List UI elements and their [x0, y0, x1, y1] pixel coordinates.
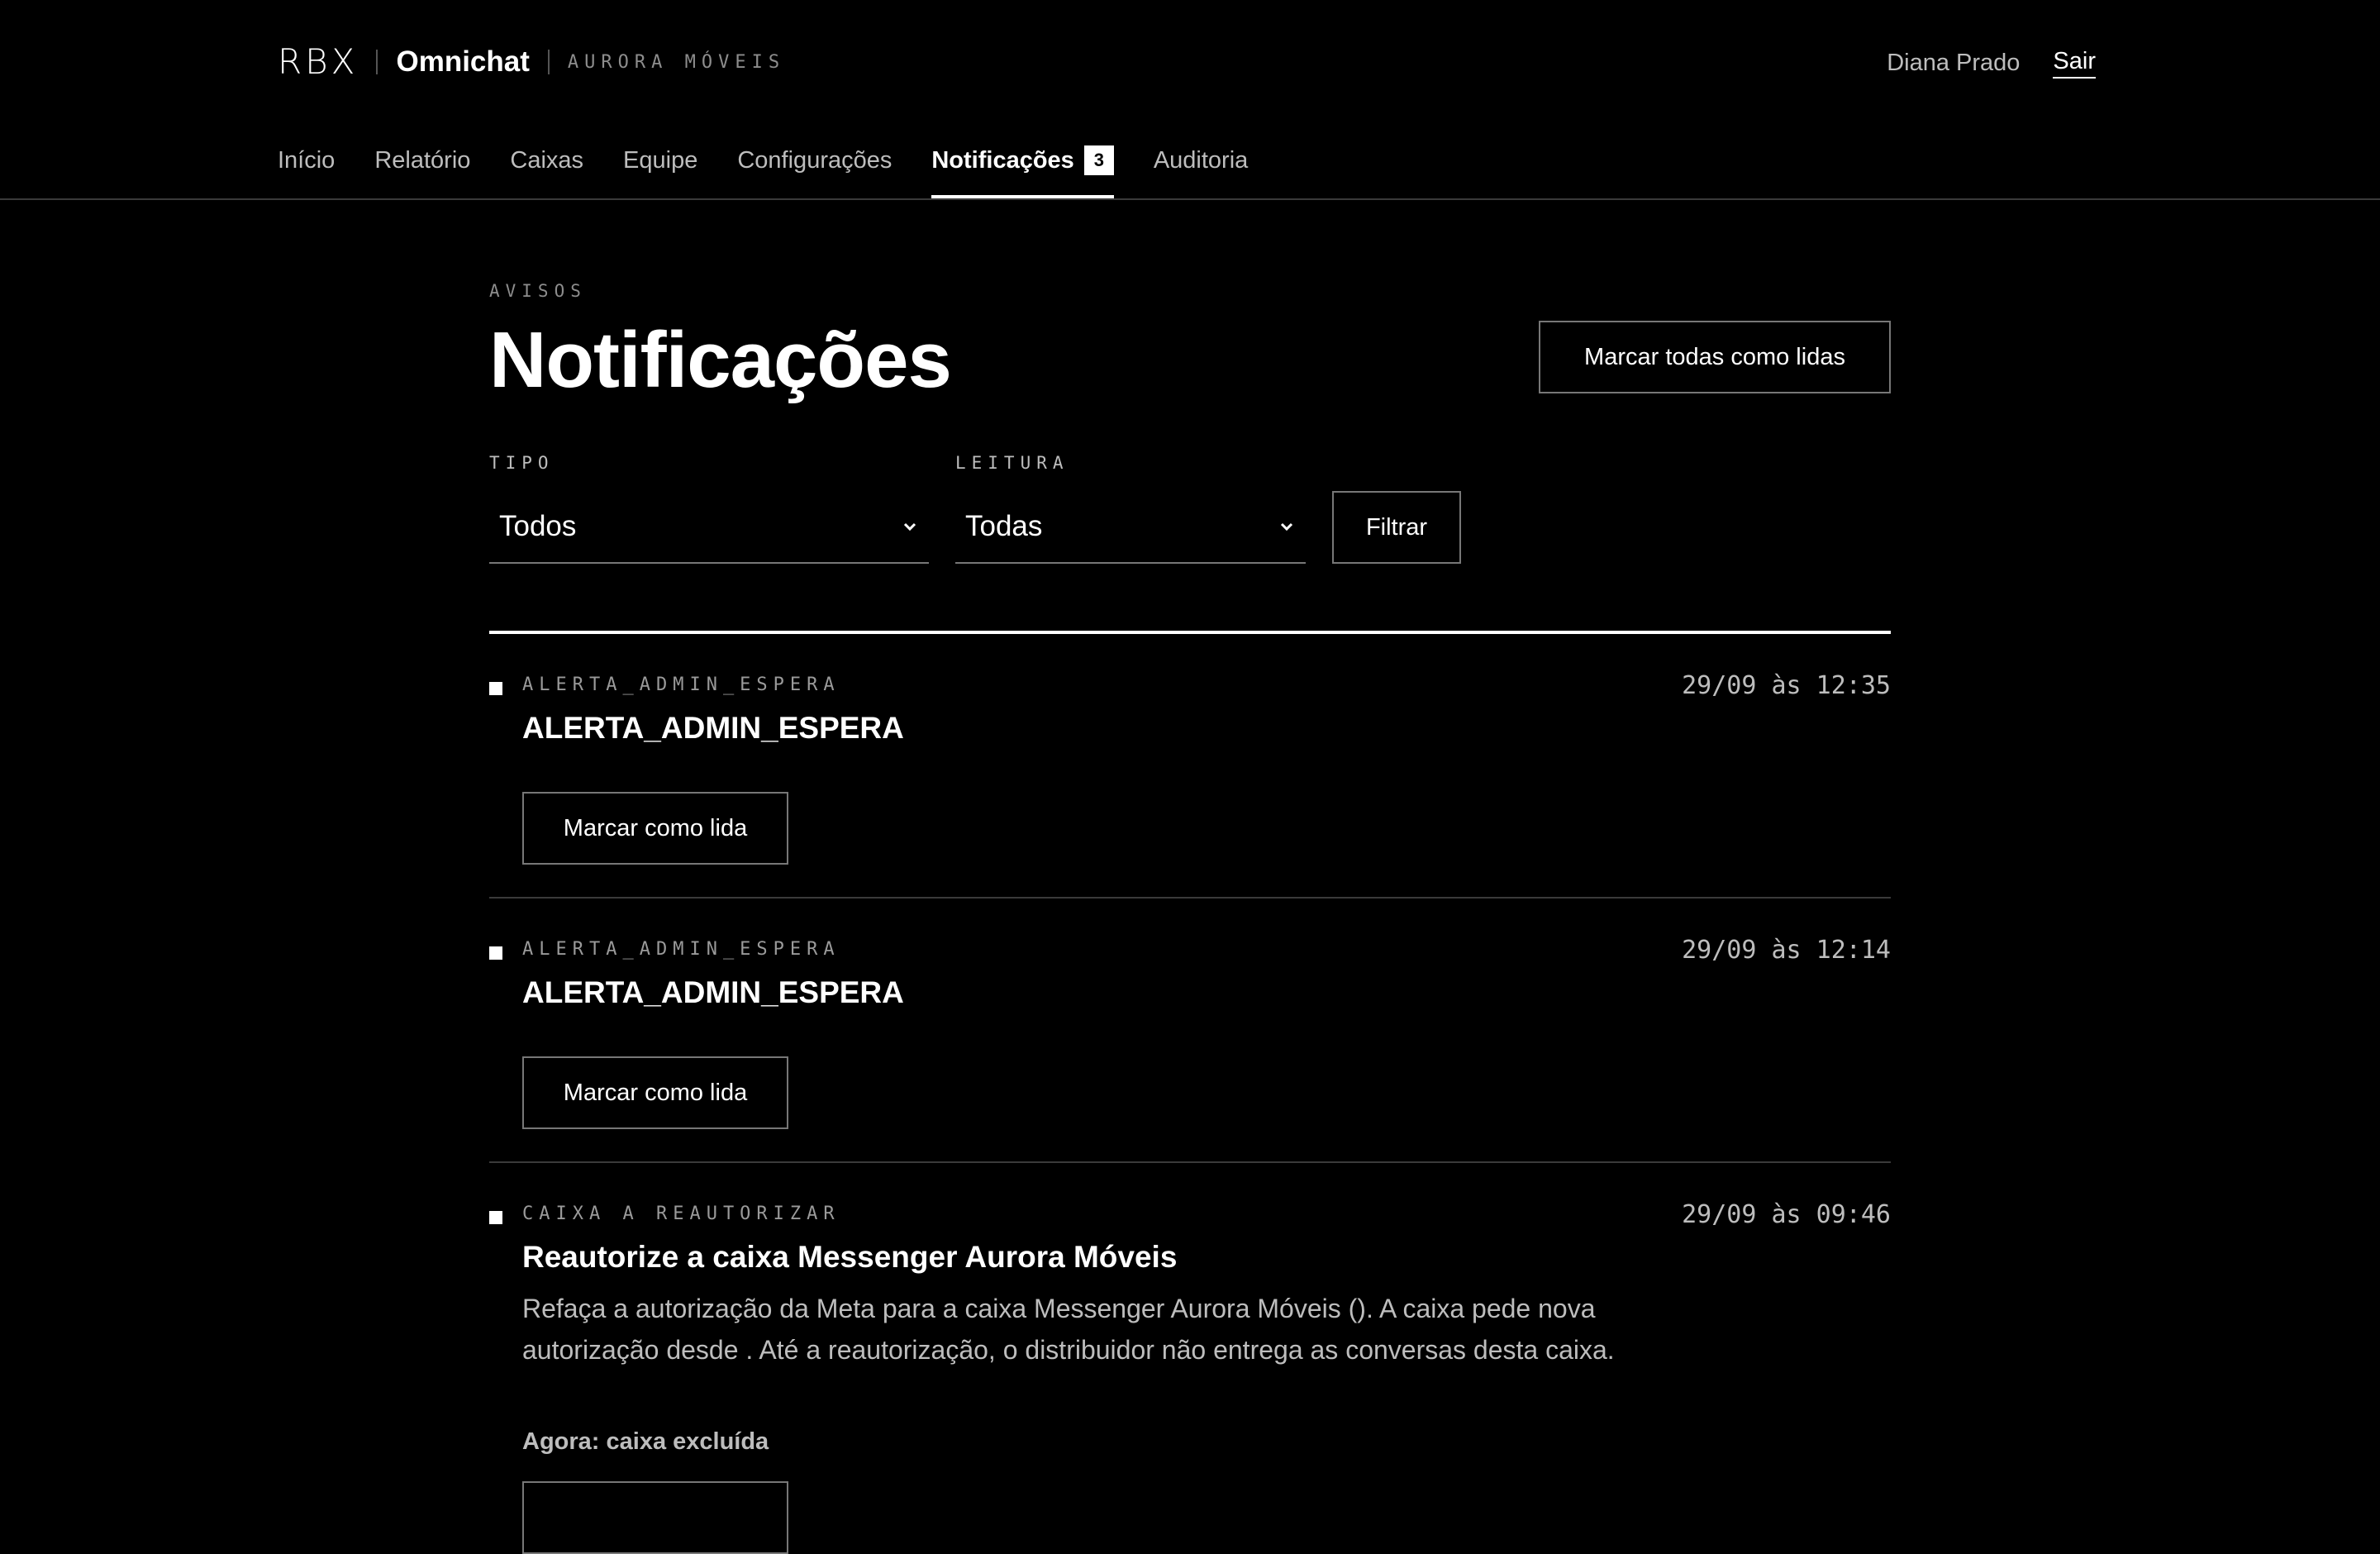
read-filter-label: LEITURA	[955, 453, 1069, 473]
top-bar: RBX Omnichat AURORA MÓVEIS Diana Prado S…	[0, 0, 2380, 124]
title-row: Notificações Marcar todas como lidas	[489, 319, 1891, 418]
brand-divider	[376, 50, 378, 74]
unread-indicator	[489, 682, 502, 695]
header-divider	[0, 198, 2380, 200]
row-divider	[489, 1161, 1891, 1163]
tab-relatorio[interactable]: Relatório	[374, 141, 470, 198]
filter-bar: TIPO Todos LEITURA Todas Filtrar	[489, 453, 1891, 602]
notification-type: ALERTA_ADMIN_ESPERA	[522, 675, 840, 695]
tab-caixas[interactable]: Caixas	[510, 141, 583, 198]
notification-status: Agora: caixa excluída	[522, 1428, 769, 1455]
user-name: Diana Prado	[1887, 50, 2021, 76]
unread-count-badge: 3	[1083, 145, 1114, 175]
tab-equipe[interactable]: Equipe	[623, 141, 697, 198]
notifications-page: AVISOS Notificações Marcar todas como li…	[489, 281, 1891, 602]
notification-type: CAIXA A REAUTORIZAR	[522, 1204, 840, 1224]
user-area: Diana Prado Sair	[1887, 48, 2096, 79]
notification-time: 29/09 às 09:46	[1682, 1200, 1891, 1229]
rbx-logo[interactable]: RBX	[278, 45, 358, 79]
type-filter-label: TIPO	[489, 453, 555, 473]
chevron-down-icon	[1280, 522, 1293, 532]
read-filter-select[interactable]: Todas	[955, 491, 1306, 564]
notification-type: ALERTA_ADMIN_ESPERA	[522, 939, 840, 960]
tab-notificacoes[interactable]: Notificações 3	[931, 141, 1114, 198]
filter-button[interactable]: Filtrar	[1332, 491, 1461, 564]
company-name: AURORA MÓVEIS	[567, 51, 786, 73]
chevron-down-icon	[903, 522, 916, 532]
brand: RBX Omnichat AURORA MÓVEIS	[278, 45, 785, 79]
tab-label: Início	[278, 147, 336, 174]
type-filter-select[interactable]: Todos	[489, 491, 929, 564]
unread-indicator	[489, 1211, 502, 1224]
tab-label: Configurações	[737, 147, 892, 174]
list-top-divider	[489, 631, 1891, 634]
notification-title: ALERTA_ADMIN_ESPERA	[522, 975, 904, 1009]
tab-label: Relatório	[374, 147, 471, 174]
mark-read-button[interactable]: Marcar como lida	[522, 792, 788, 865]
brand-divider	[547, 50, 550, 74]
notification-time: 29/09 às 12:14	[1682, 936, 1891, 965]
mark-read-button[interactable]: Marcar como lida	[522, 1056, 788, 1129]
mark-read-button[interactable]	[522, 1481, 788, 1554]
tab-label: Notificações	[931, 147, 1074, 174]
read-filter-value: Todas	[965, 510, 1043, 542]
type-filter-value: Todos	[499, 510, 577, 542]
tab-label: Equipe	[623, 147, 698, 174]
logout-link[interactable]: Sair	[2053, 48, 2096, 79]
tab-auditoria[interactable]: Auditoria	[1154, 141, 1248, 198]
notification-time: 29/09 às 12:35	[1682, 671, 1891, 700]
page-eyebrow: AVISOS	[489, 281, 587, 301]
main-nav: Início Relatório Caixas Equipe Configura…	[278, 141, 1248, 198]
tab-inicio[interactable]: Início	[278, 141, 335, 198]
notification-body: Refaça a autorização da Meta para a caix…	[522, 1294, 1615, 1365]
product-name: Omnichat	[396, 45, 530, 78]
tab-label: Auditoria	[1153, 147, 1249, 174]
row-divider	[489, 897, 1891, 899]
tab-configuracoes[interactable]: Configurações	[737, 141, 892, 198]
notification-title: Reautorize a caixa Messenger Aurora Móve…	[522, 1240, 1178, 1274]
tab-label: Caixas	[510, 147, 584, 174]
mark-all-read-button[interactable]: Marcar todas como lidas	[1539, 321, 1891, 393]
notification-title: ALERTA_ADMIN_ESPERA	[522, 711, 904, 745]
unread-indicator	[489, 946, 502, 960]
